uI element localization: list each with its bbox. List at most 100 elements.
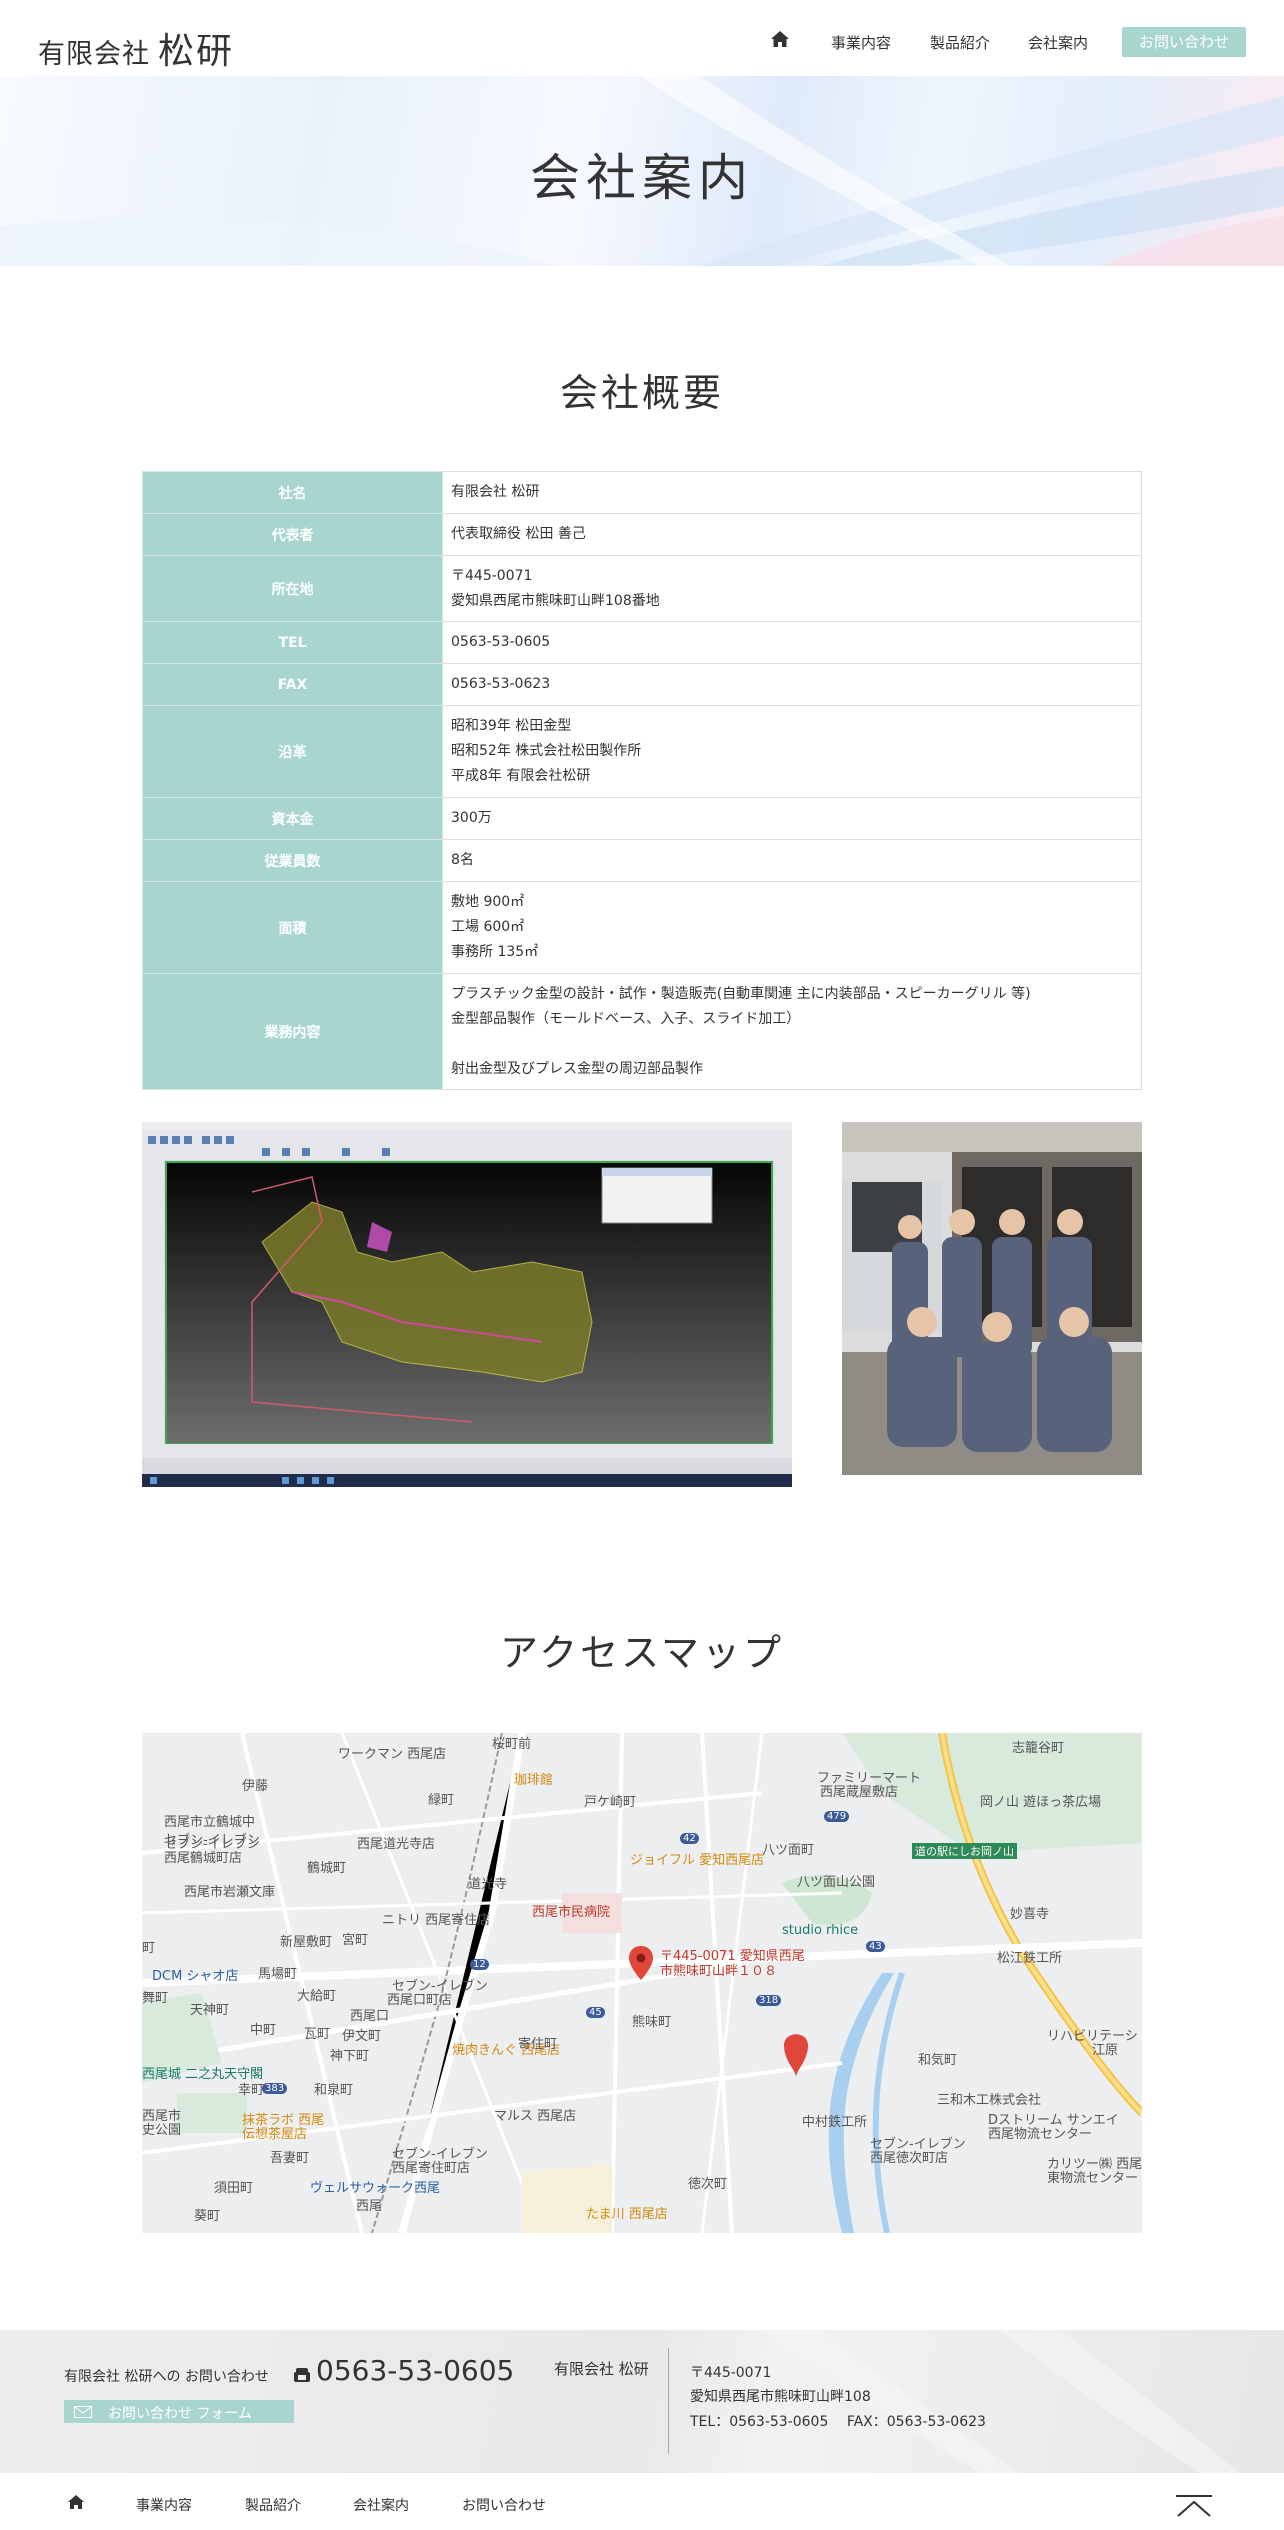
nav-products[interactable]: 製品紹介	[930, 32, 990, 53]
info-row-value: 0563-53-0623	[442, 663, 1142, 706]
home-icon[interactable]	[770, 30, 790, 48]
footer-nav-contact[interactable]: お問い合わせ	[462, 2495, 546, 2515]
map-marker-label: 〒445-0071 愛知県西尾 市熊味町山畔１０８	[660, 1949, 805, 1979]
info-row: 従業員数 8名	[142, 839, 1142, 882]
map-pin-icon	[629, 1946, 653, 1980]
map-label: 西尾口町店	[387, 1993, 453, 2008]
footer-home-icon[interactable]	[67, 2494, 85, 2510]
info-row-value: 8名	[442, 839, 1142, 882]
footer-address: 愛知県西尾市熊味町山畔108	[690, 2389, 871, 2405]
nav-business[interactable]: 事業内容	[831, 32, 891, 53]
info-value-line: 射出金型及びプレス金型の周辺部品製作	[451, 1060, 703, 1077]
footer-nav-business[interactable]: 事業内容	[136, 2495, 192, 2515]
map-label: 中村鉄工所	[802, 2115, 868, 2130]
info-row-value: 300万	[442, 797, 1142, 840]
map-label: 吾妻町	[270, 2151, 310, 2166]
map-label: 西尾寄住町店	[392, 2161, 471, 2176]
info-row-label: TEL	[142, 621, 443, 664]
map-label: 緑町	[428, 1793, 455, 1808]
map-label: 和泉町	[314, 2083, 354, 2098]
back-to-top-icon[interactable]	[1176, 2495, 1212, 2517]
info-value-line	[451, 1032, 1133, 1057]
map-label: 幸町	[238, 2083, 265, 2098]
footer-tel-fax: TEL：0563-53-0605 FAX：0563-53-0623	[690, 2414, 986, 2430]
map-label: 岡ノ山 遊ほっ茶広場	[980, 1795, 1102, 1810]
map-label: 45	[586, 2007, 605, 2018]
info-value-line: 〒445-0071	[451, 567, 533, 584]
info-row: FAX 0563-53-0623	[142, 663, 1142, 706]
map-label: DCM シャオ店	[152, 1969, 239, 1984]
map-label: 西尾	[356, 2199, 383, 2214]
map-label: たま川 西尾店	[586, 2207, 668, 2222]
info-row: 業務内容 プラスチック金型の設計・試作・製造販売(自動車関連 主に内装部品・スピー…	[142, 973, 1142, 1090]
footer-nav: 事業内容 製品紹介 会社案内 お問い合わせ	[0, 2473, 1284, 2530]
map-label: 道の駅にしお岡ノ山	[912, 1843, 1017, 1859]
access-map[interactable]: 桜町前 志籠谷町 ワークマン 西尾店 珈琲館 ファミリーマート 西尾蔵屋敷店 伊藤 緑町 戸ケ崎…	[142, 1733, 1142, 2233]
map-label: 桜町前	[492, 1737, 532, 1752]
map-label: 史公園	[142, 2123, 182, 2138]
map-label: 43	[866, 1941, 885, 1952]
map-label: 葵町	[194, 2209, 221, 2224]
map-label: ヴェルサウォーク西尾	[310, 2181, 441, 2196]
info-value-line: 0563-53-0605	[451, 634, 551, 650]
info-value-line: 工場 600㎡	[451, 919, 525, 935]
page-title: 会社案内	[530, 149, 754, 207]
map-label: 三和木工株式会社	[937, 2093, 1042, 2108]
map-label: 江原	[1092, 2043, 1119, 2058]
info-row-value: プラスチック金型の設計・試作・製造販売(自動車関連 主に内装部品・スピーカーグリ…	[442, 973, 1142, 1090]
map-marker-line-1: 〒445-0071 愛知県西尾	[660, 1949, 805, 1964]
contact-form-button[interactable]: お問い合わせ フォーム	[64, 2400, 294, 2423]
overview-title: 会社概要	[559, 371, 724, 415]
footer-phone[interactable]: 0563-53-0605	[316, 2354, 514, 2387]
contact-form-label: お問い合わせ フォーム	[108, 2406, 253, 2422]
map-label: 新屋敷町	[280, 1935, 333, 1950]
map-label: 伊藤	[242, 1779, 269, 1794]
info-row-value: 代表取締役 松田 善己	[442, 513, 1142, 556]
map-label: studio rhice	[782, 1923, 859, 1938]
nav-company[interactable]: 会社案内	[1028, 32, 1088, 53]
company-info-table: 社名 有限会社 松研 代表者 代表取締役 松田 善己 所在地 〒445-0071 愛知県西尾…	[142, 471, 1142, 1090]
map-label: 西尾道光寺店	[357, 1837, 436, 1852]
map-label: 珈琲館	[514, 1773, 554, 1788]
map-label: 八ツ面山公園	[797, 1875, 876, 1890]
footer-nav-products[interactable]: 製品紹介	[245, 2495, 301, 2515]
footer-nav-company[interactable]: 会社案内	[353, 2495, 409, 2515]
map-label: 熊味町	[632, 2015, 672, 2030]
map-label: 西尾蔵屋敷店	[820, 1785, 899, 1800]
info-value-line: 事務所 135㎡	[451, 944, 539, 960]
map-label: 志籠谷町	[1012, 1741, 1065, 1756]
site-logo[interactable]: 有限会社 松研	[38, 22, 234, 74]
footer-contact-label: 有限会社 松研への お問い合わせ	[64, 2369, 269, 2385]
info-value-line: 敷地 900㎡	[451, 894, 525, 910]
info-row: 面積 敷地 900㎡ 工場 600㎡ 事務所 135㎡	[142, 881, 1142, 974]
info-value-line: 0563-53-0623	[451, 676, 551, 692]
map-label: 八ツ面町	[762, 1843, 815, 1858]
map-label: 馬場町	[258, 1967, 298, 1982]
info-value-line: 昭和52年 株式会社松田製作所	[451, 743, 642, 759]
map-label: ワークマン 西尾店	[338, 1747, 447, 1762]
info-value-line: 愛知県西尾市熊味町山畔108番地	[451, 592, 660, 609]
map-label: 479	[824, 1811, 850, 1822]
cad-image	[142, 1122, 792, 1487]
info-row-label: FAX	[142, 663, 443, 706]
info-row-value: 敷地 900㎡ 工場 600㎡ 事務所 135㎡	[442, 881, 1142, 974]
logo-big: 松研	[158, 31, 235, 72]
info-value-line: 金型部品製作（モールドベース、入子、スライド加工）	[451, 1010, 801, 1027]
map-label: 須田町	[214, 2181, 254, 2196]
contact-button[interactable]: お問い合わせ	[1122, 27, 1246, 57]
map-label: 伊文町	[342, 2029, 382, 2044]
map-marker-line-2: 市熊味町山畔１０８	[660, 1964, 778, 1979]
info-row: 所在地 〒445-0071 愛知県西尾市熊味町山畔108番地	[142, 555, 1142, 622]
info-row-value: 〒445-0071 愛知県西尾市熊味町山畔108番地	[442, 555, 1142, 622]
info-row: 資本金 300万	[142, 797, 1142, 840]
map-label: 和気町	[918, 2053, 958, 2068]
cad-screenshot	[142, 1122, 792, 1487]
map-label: 道光寺	[468, 1877, 508, 1892]
info-value-line: 代表取締役 松田 善己	[451, 526, 586, 542]
map-label: 西尾鶴城町店	[164, 1851, 243, 1866]
map-label: 318	[756, 1995, 782, 2006]
map-label: 松江鉄工所	[997, 1951, 1063, 1966]
info-row-label: 資本金	[142, 797, 443, 840]
map-label: 神下町	[330, 2049, 370, 2064]
info-value-line: 8名	[451, 852, 474, 868]
